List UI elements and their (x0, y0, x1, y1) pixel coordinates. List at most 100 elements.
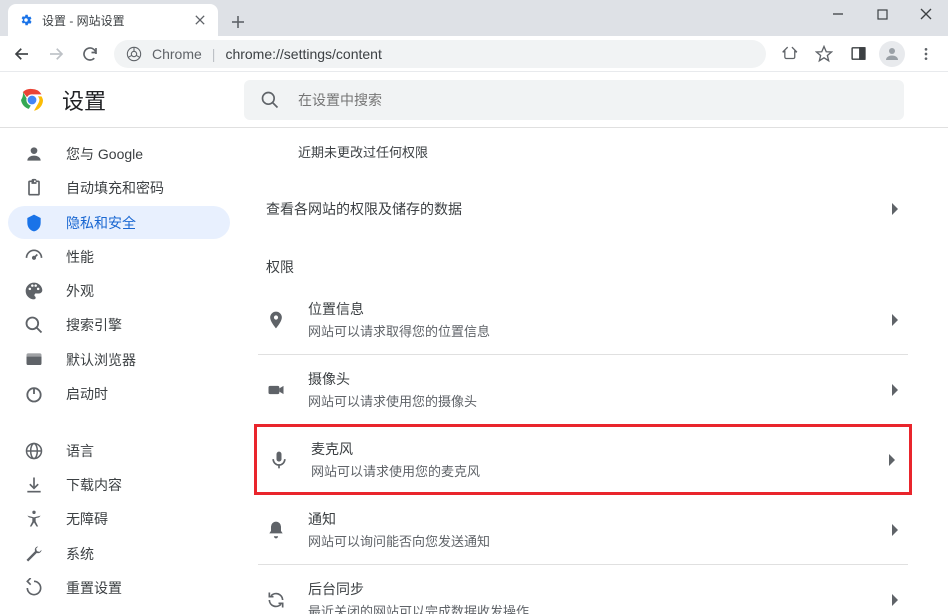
sidebar-item-label: 系统 (66, 544, 94, 564)
menu-icon[interactable] (910, 38, 942, 70)
close-icon[interactable] (192, 12, 208, 28)
perm-title: 通知 (308, 509, 490, 529)
search-icon (260, 90, 280, 110)
perm-sub: 网站可以请求使用您的摄像头 (308, 391, 477, 410)
gear-icon (18, 12, 34, 28)
sync-icon (266, 590, 286, 610)
new-tab-button[interactable] (224, 8, 252, 36)
sidebar-item-appearance[interactable]: 外观 (8, 275, 230, 307)
content-area: 近期未更改过任何权限 查看各网站的权限及储存的数据 权限 位置信息 网站可以请求… (238, 128, 948, 614)
perm-sub: 网站可以请求使用您的麦克风 (311, 461, 480, 480)
sidebar-divider (8, 422, 230, 423)
side-panel-icon[interactable] (842, 38, 874, 70)
sidebar-item-label: 隐私和安全 (66, 213, 136, 233)
reset-icon (24, 578, 44, 598)
window-close[interactable] (904, 0, 948, 28)
view-all-site-data[interactable]: 查看各网站的权限及储存的数据 (258, 185, 908, 233)
sidebar-item-label: 外观 (66, 281, 94, 301)
sidebar-item-reset[interactable]: 重置设置 (8, 572, 230, 604)
sidebar-item-performance[interactable]: 性能 (8, 241, 230, 273)
sidebar-item-label: 默认浏览器 (66, 350, 136, 370)
camera-icon (266, 380, 286, 400)
highlighted-microphone-row: 麦克风 网站可以请求使用您的麦克风 (254, 424, 912, 495)
sidebar-item-search-engine[interactable]: 搜索引擎 (8, 309, 230, 341)
permission-notifications[interactable]: 通知 网站可以询问能否向您发送通知 (258, 495, 908, 564)
sidebar-item-languages[interactable]: 语言 (8, 435, 230, 467)
tab-title: 设置 - 网站设置 (42, 12, 184, 29)
forward-button[interactable] (40, 38, 72, 70)
sidebar-item-label: 语言 (66, 441, 94, 461)
sidebar-item-label: 您与 Google (66, 144, 143, 164)
wrench-icon (24, 544, 44, 564)
shield-icon (24, 213, 44, 233)
search-icon (24, 315, 44, 335)
window-maximize[interactable] (860, 0, 904, 28)
sidebar-item-label: 性能 (66, 247, 94, 267)
sidebar-item-on-startup[interactable]: 启动时 (8, 378, 230, 410)
perm-sub: 最近关闭的网站可以完成数据收发操作 (308, 601, 529, 614)
permission-location[interactable]: 位置信息 网站可以请求取得您的位置信息 (258, 285, 908, 354)
chevron-right-icon (892, 524, 900, 536)
perm-sub: 网站可以询问能否向您发送通知 (308, 531, 490, 550)
sidebar-item-autofill[interactable]: 自动填充和密码 (8, 172, 230, 204)
sidebar-item-label: 重置设置 (66, 578, 122, 598)
chevron-right-icon (892, 314, 900, 326)
chevron-right-icon (892, 384, 900, 396)
person-icon (24, 144, 44, 164)
omnibox-url: chrome://settings/content (225, 46, 381, 62)
sidebar-item-privacy[interactable]: 隐私和安全 (8, 206, 230, 238)
active-tab[interactable]: 设置 - 网站设置 (8, 4, 218, 36)
search-input[interactable] (298, 92, 888, 108)
chevron-right-icon (889, 454, 897, 466)
sidebar-item-downloads[interactable]: 下载内容 (8, 469, 230, 501)
download-icon (24, 475, 44, 495)
chrome-icon (126, 46, 142, 62)
sidebar-item-default-browser[interactable]: 默认浏览器 (8, 343, 230, 375)
profile-avatar[interactable] (876, 38, 908, 70)
location-icon (266, 310, 286, 330)
toolbar: Chrome | chrome://settings/content (0, 36, 948, 72)
perm-title: 位置信息 (308, 299, 490, 319)
chevron-right-icon (892, 203, 900, 215)
perm-title: 后台同步 (308, 579, 529, 599)
perm-title: 摄像头 (308, 369, 477, 389)
perm-sub: 网站可以请求取得您的位置信息 (308, 321, 490, 340)
permissions-section-label: 权限 (258, 233, 908, 285)
sidebar-item-label: 下载内容 (66, 475, 122, 495)
accessibility-icon (24, 509, 44, 529)
omnibox[interactable]: Chrome | chrome://settings/content (114, 40, 766, 68)
permission-camera[interactable]: 摄像头 网站可以请求使用您的摄像头 (258, 354, 908, 424)
star-icon[interactable] (808, 38, 840, 70)
microphone-icon (269, 450, 289, 470)
sidebar-item-label: 启动时 (66, 384, 108, 404)
settings-header: 设置 (0, 72, 948, 128)
permission-background-sync[interactable]: 后台同步 最近关闭的网站可以完成数据收发操作 (258, 564, 908, 614)
permission-microphone[interactable]: 麦克风 网站可以请求使用您的麦克风 (257, 427, 909, 492)
bell-icon (266, 520, 286, 540)
share-icon[interactable] (774, 38, 806, 70)
clipboard-icon (24, 178, 44, 198)
palette-icon (24, 281, 44, 301)
sidebar-item-label: 自动填充和密码 (66, 178, 164, 198)
power-icon (24, 384, 44, 404)
chrome-logo-icon (20, 88, 44, 112)
window-minimize[interactable] (816, 0, 860, 28)
window-controls (816, 0, 948, 28)
speed-icon (24, 247, 44, 267)
page-title: 设置 (62, 84, 106, 116)
reload-button[interactable] (74, 38, 106, 70)
chevron-right-icon (892, 594, 900, 606)
sidebar-item-you-and-google[interactable]: 您与 Google (8, 138, 230, 170)
globe-icon (24, 441, 44, 461)
browser-icon (24, 350, 44, 370)
perm-title: 麦克风 (311, 439, 480, 459)
recent-permissions-text: 近期未更改过任何权限 (258, 138, 908, 185)
settings-search[interactable] (244, 80, 904, 120)
sidebar-item-system[interactable]: 系统 (8, 537, 230, 569)
tab-strip: 设置 - 网站设置 (0, 0, 948, 36)
sidebar: 您与 Google 自动填充和密码 隐私和安全 性能 外观 搜索引擎 默认浏览器 (0, 128, 238, 614)
sidebar-item-accessibility[interactable]: 无障碍 (8, 503, 230, 535)
omnibox-app: Chrome (152, 46, 202, 62)
sidebar-item-label: 搜索引擎 (66, 315, 122, 335)
back-button[interactable] (6, 38, 38, 70)
